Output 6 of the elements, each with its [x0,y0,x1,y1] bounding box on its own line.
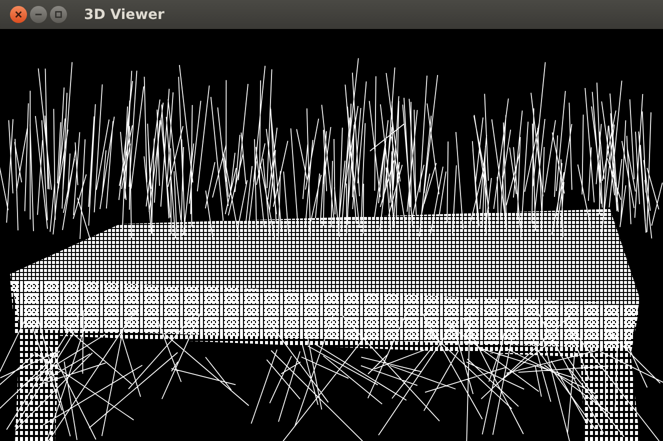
minimize-button[interactable] [30,6,47,23]
maximize-button[interactable] [50,6,67,23]
close-icon [14,10,23,19]
maximize-icon [54,10,63,19]
window-title: 3D Viewer [84,6,164,22]
close-button[interactable] [10,6,27,23]
